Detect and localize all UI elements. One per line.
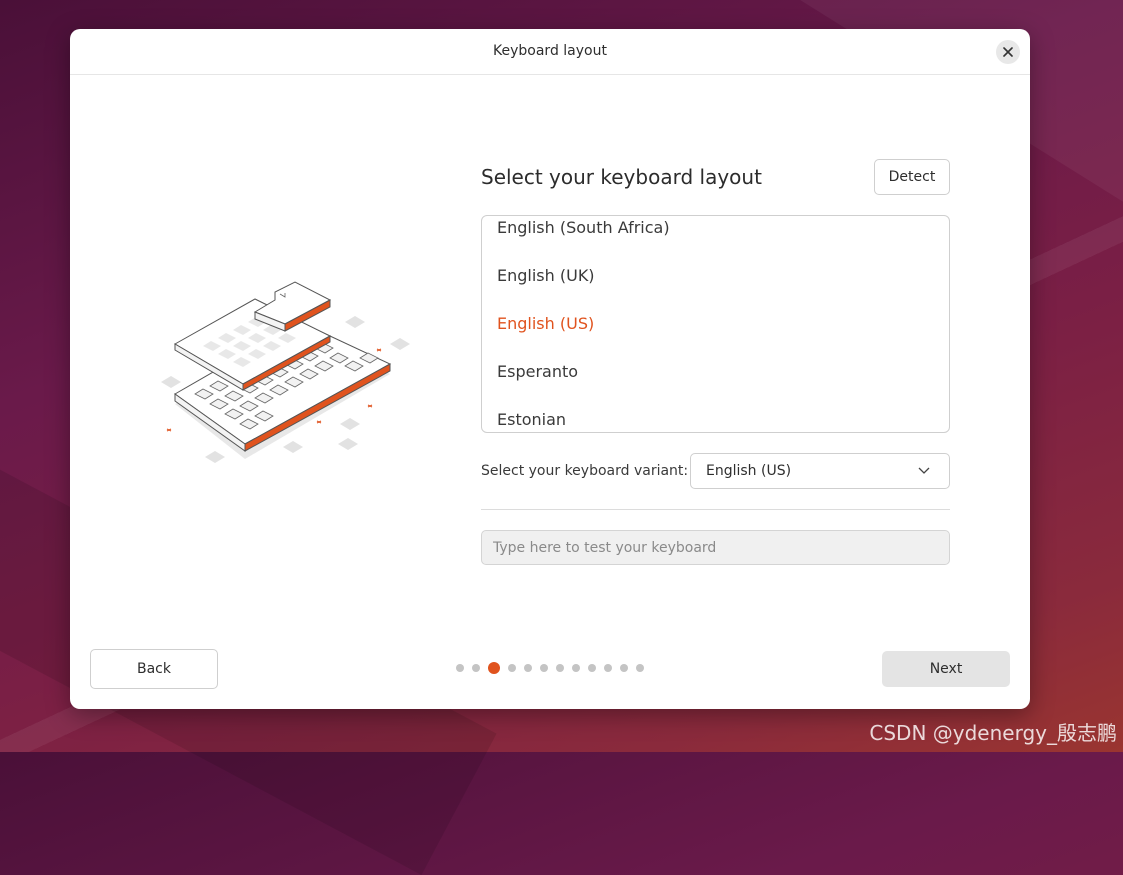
list-item[interactable]: English (UK) [497, 266, 595, 285]
enter-key [253, 281, 332, 332]
variant-value: English (US) [706, 463, 792, 479]
next-button[interactable]: Next [882, 651, 1010, 687]
window-title: Keyboard layout [493, 43, 607, 59]
close-icon [1003, 47, 1013, 57]
keyboard-test-input[interactable] [481, 530, 950, 565]
keyboard-illustration [161, 281, 410, 463]
installer-dialog: Keyboard layout Select your keyboard lay… [70, 29, 1030, 709]
list-item-selected[interactable]: English (US) [497, 314, 594, 333]
divider [481, 509, 950, 510]
variant-label: Select your keyboard variant: [481, 463, 689, 479]
progress-dot [604, 664, 612, 672]
watermark: CSDN @ydenergy_殷志鹏 [869, 721, 1117, 745]
list-item[interactable]: Esperanto [497, 362, 578, 381]
progress-dot [556, 664, 564, 672]
progress-dot [508, 664, 516, 672]
title-bar: Keyboard layout [70, 29, 1030, 75]
progress-dot [524, 664, 532, 672]
progress-dot [588, 664, 596, 672]
layout-list[interactable]: English (South Africa) English (UK) Engl… [481, 215, 950, 433]
chevron-down-icon [918, 467, 930, 474]
close-button[interactable] [996, 40, 1020, 64]
progress-dot [572, 664, 580, 672]
progress-dot-current [488, 662, 500, 674]
progress-dot [456, 664, 464, 672]
progress-dot [620, 664, 628, 672]
back-button[interactable]: Back [90, 649, 218, 689]
detect-button[interactable]: Detect [874, 159, 950, 195]
progress-dots [456, 662, 644, 674]
progress-dot [540, 664, 548, 672]
list-item[interactable]: Estonian [497, 410, 566, 429]
variant-dropdown[interactable]: English (US) [690, 453, 950, 489]
progress-dot [636, 664, 644, 672]
list-item[interactable]: English (South Africa) [497, 218, 670, 237]
progress-dot [472, 664, 480, 672]
page-heading: Select your keyboard layout [481, 165, 762, 189]
